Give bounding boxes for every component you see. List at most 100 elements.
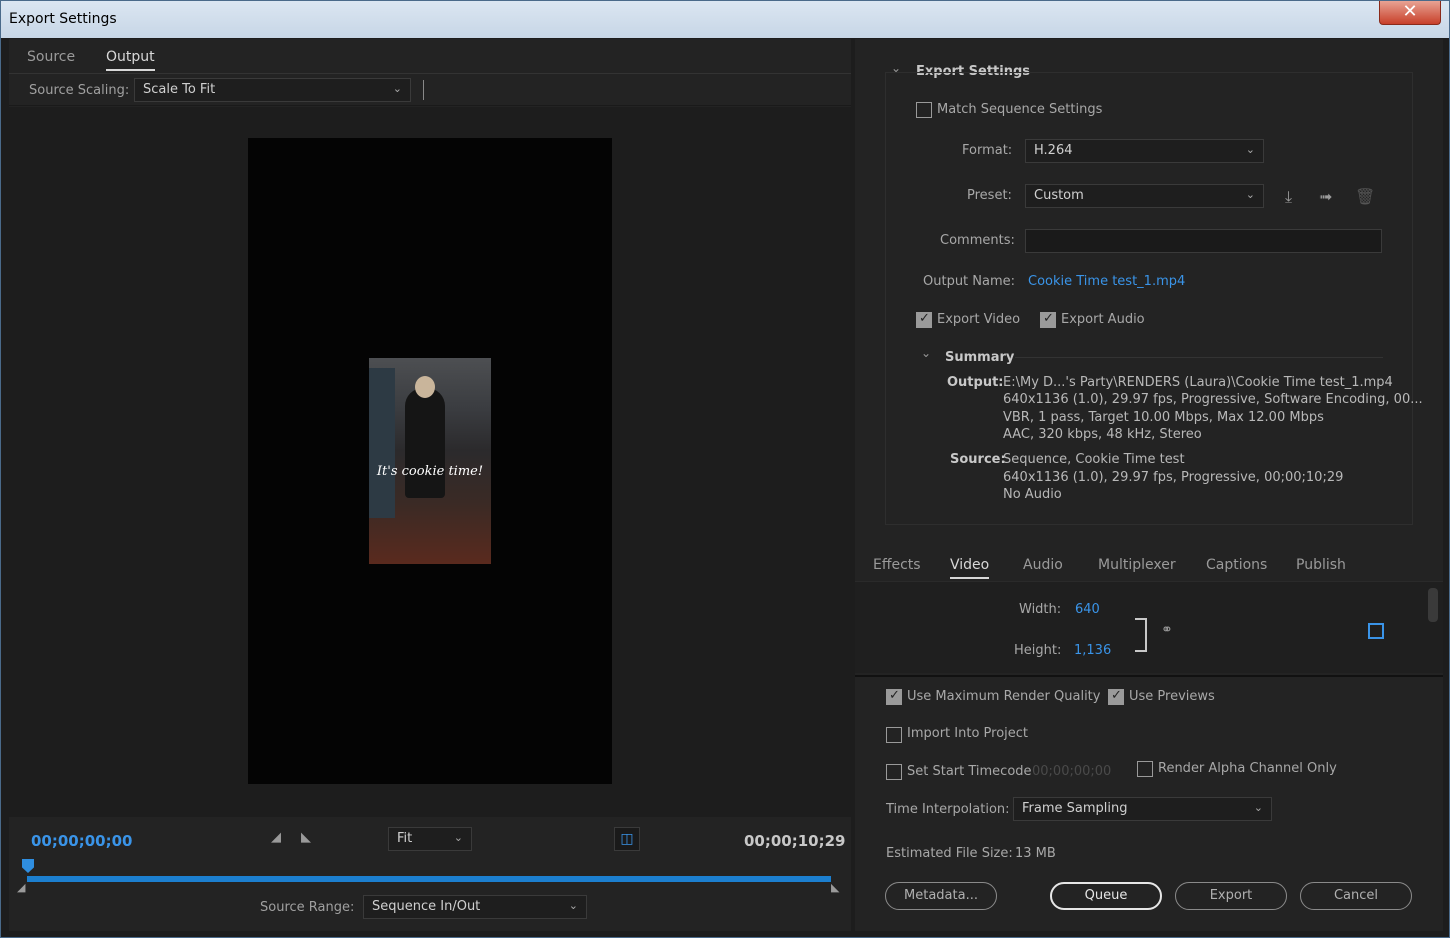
zoom-value: Fit: [397, 831, 413, 846]
tab-captions[interactable]: Captions: [1206, 557, 1267, 573]
export-video-checkbox[interactable]: [916, 311, 932, 328]
summary-heading: Summary: [945, 350, 1015, 365]
start-timecode-value[interactable]: 00;00;00;00: [1032, 764, 1111, 779]
preview-tabs: Source Output: [9, 39, 851, 74]
summary-source-line: Sequence, Cookie Time test: [1003, 452, 1185, 467]
frame-head: [415, 376, 435, 398]
import-project-checkbox[interactable]: [886, 727, 902, 743]
tab-multiplexer[interactable]: Multiplexer: [1098, 557, 1176, 573]
in-point-icon[interactable]: ◢: [17, 881, 25, 894]
time-interpolation-value: Frame Sampling: [1022, 801, 1128, 816]
save-preset-icon[interactable]: ⤓: [1285, 187, 1292, 207]
use-previews-checkbox[interactable]: [1108, 688, 1124, 705]
render-alpha-checkbox[interactable]: [1137, 761, 1153, 777]
divider: [423, 80, 424, 100]
width-label: Width:: [1019, 602, 1062, 617]
set-start-timecode-label: Set Start Timecode: [907, 764, 1032, 779]
frame-person: [405, 388, 445, 498]
preset-select[interactable]: Custom ⌄: [1025, 184, 1264, 208]
close-button[interactable]: ✕: [1379, 1, 1441, 25]
export-settings-window: Export Settings ✕ Source Output Source S…: [0, 0, 1450, 938]
format-value: H.264: [1034, 143, 1073, 158]
source-range-value: Sequence In/Out: [372, 899, 481, 914]
summary-chevron-icon[interactable]: ⌄: [921, 346, 931, 360]
match-sequence-checkbox[interactable]: [916, 102, 932, 118]
height-value[interactable]: 1,136: [1074, 643, 1111, 658]
output-name-link[interactable]: Cookie Time test_1.mp4: [1028, 274, 1185, 289]
chevron-down-icon: ⌄: [1245, 188, 1255, 201]
match-sequence-label: Match Sequence Settings: [937, 102, 1103, 117]
video-canvas: It's cookie time!: [248, 138, 612, 784]
width-value[interactable]: 640: [1075, 602, 1100, 617]
summary-output-line: AAC, 320 kbps, 48 kHz, Stereo: [1003, 427, 1202, 442]
playhead-handle[interactable]: [22, 859, 34, 873]
zoom-select[interactable]: Fit ⌄: [388, 827, 472, 851]
frame-door: [369, 368, 395, 518]
set-start-timecode-checkbox[interactable]: [886, 764, 902, 780]
window-title: Export Settings: [9, 11, 117, 27]
import-preset-icon[interactable]: ➟: [1319, 187, 1332, 206]
title-bar: Export Settings ✕: [1, 1, 1449, 38]
source-scaling-select[interactable]: Scale To Fit ⌄: [134, 78, 411, 102]
source-range-select[interactable]: Sequence In/Out ⌄: [363, 895, 587, 919]
format-select[interactable]: H.264 ⌄: [1025, 139, 1264, 163]
resize-checkbox-icon[interactable]: [1368, 623, 1384, 639]
export-video-label: Export Video: [937, 312, 1021, 327]
tab-video[interactable]: Video: [950, 557, 990, 579]
source-scaling-value: Scale To Fit: [143, 82, 216, 97]
metadata-button[interactable]: Metadata...: [885, 882, 997, 910]
chevron-down-icon: ⌄: [453, 831, 463, 844]
timeline-bar[interactable]: [27, 876, 831, 882]
transport-bar: 00;00;00;00 ◢ ◣ Fit ⌄ ◫ 00;00;10;29 ◢ ◣ …: [9, 817, 851, 931]
timecode-end: 00;00;10;29: [744, 832, 846, 850]
export-button[interactable]: Export: [1175, 882, 1287, 910]
preview-panel: Source Output Source Scaling: Scale To F…: [9, 39, 851, 931]
use-previews-label: Use Previews: [1129, 689, 1215, 704]
scrollbar-thumb[interactable]: [1428, 588, 1438, 622]
summary-source-label: Source:: [950, 452, 1006, 467]
tab-publish[interactable]: Publish: [1296, 557, 1346, 573]
tab-output[interactable]: Output: [106, 49, 155, 71]
out-point-icon[interactable]: ◣: [831, 881, 839, 894]
output-name-label: Output Name:: [923, 274, 1016, 289]
preset-value: Custom: [1034, 188, 1084, 203]
mark-out-icon[interactable]: ◣: [301, 830, 311, 845]
aspect-toggle-icon[interactable]: ◫: [614, 827, 640, 851]
frame-caption: It's cookie time!: [376, 464, 484, 479]
cancel-button[interactable]: Cancel: [1300, 882, 1412, 910]
video-frame: It's cookie time!: [369, 358, 491, 564]
settings-tabs: Effects Video Audio Multiplexer Captions…: [855, 547, 1443, 581]
export-audio-checkbox[interactable]: [1040, 311, 1056, 328]
comments-label: Comments:: [940, 233, 1015, 248]
video-settings-panel: Width: 640 Height: 1,136 ⚭: [855, 581, 1443, 673]
delete-preset-icon[interactable]: 🗑: [1355, 187, 1375, 206]
render-options-panel: Use Maximum Render Quality Use Previews …: [855, 675, 1443, 931]
height-label: Height:: [1014, 643, 1062, 658]
summary-output-line: VBR, 1 pass, Target 10.00 Mbps, Max 12.0…: [1003, 410, 1324, 425]
tab-effects[interactable]: Effects: [873, 557, 921, 573]
chevron-down-icon: ⌄: [568, 899, 578, 912]
mark-in-icon[interactable]: ◢: [271, 830, 281, 845]
time-interpolation-select[interactable]: Frame Sampling ⌄: [1013, 797, 1272, 821]
tab-audio[interactable]: Audio: [1023, 557, 1063, 573]
render-alpha-label: Render Alpha Channel Only: [1158, 761, 1337, 776]
summary-source-line: 640x1136 (1.0), 29.97 fps, Progressive, …: [1003, 470, 1344, 485]
source-scaling-row: Source Scaling: Scale To Fit ⌄: [9, 74, 851, 106]
source-scaling-label: Source Scaling:: [29, 83, 130, 98]
timecode-start[interactable]: 00;00;00;00: [31, 832, 133, 850]
comments-input[interactable]: [1025, 229, 1382, 253]
chevron-down-icon: ⌄: [1245, 143, 1255, 156]
preview-area: It's cookie time!: [9, 107, 851, 817]
tab-source[interactable]: Source: [27, 49, 75, 65]
time-interpolation-label: Time Interpolation:: [886, 802, 1010, 817]
preset-label: Preset:: [967, 188, 1012, 203]
file-size-label: Estimated File Size:: [886, 846, 1013, 861]
summary-divider: [1015, 357, 1383, 358]
summary-source-line: No Audio: [1003, 487, 1062, 502]
queue-button[interactable]: Queue: [1050, 882, 1162, 910]
export-audio-label: Export Audio: [1061, 312, 1145, 327]
max-render-checkbox[interactable]: [886, 688, 902, 705]
file-size-value: 13 MB: [1015, 846, 1056, 861]
summary-output-line: 640x1136 (1.0), 29.97 fps, Progressive, …: [1003, 392, 1423, 407]
chain-link-icon[interactable]: ⚭: [1161, 622, 1173, 638]
